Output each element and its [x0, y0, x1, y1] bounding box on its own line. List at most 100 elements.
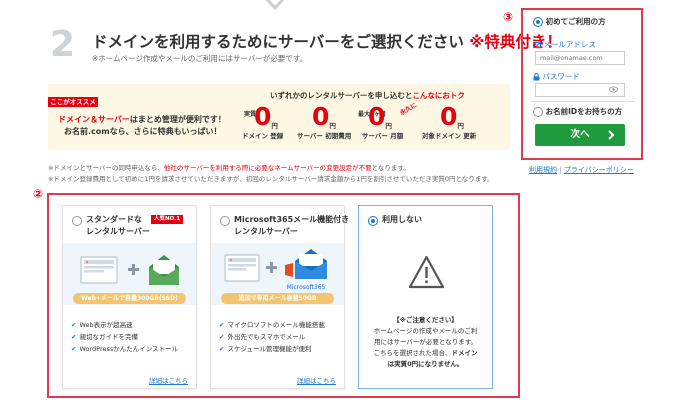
plan-radio[interactable] [220, 216, 230, 226]
terms-link[interactable]: 利用規約 [529, 166, 557, 174]
banner-headline-rest: はまとめ管理が便利です！ [129, 115, 226, 124]
caution-body: ホームページの作成やメールのご利 用にはサーバーが必要となります。 こちらを選択… [359, 326, 492, 370]
feature-item: ✔ 親切なガイドを完備 [71, 331, 178, 343]
chevron-right-icon [608, 130, 615, 140]
check-icon: ✔ [219, 333, 225, 341]
feature-text: 親切なガイドを完備 [79, 333, 138, 341]
price-value: 0 [368, 102, 386, 131]
eye-icon[interactable] [609, 86, 618, 93]
check-icon: ✔ [219, 345, 225, 353]
plus-icon [266, 262, 277, 273]
popular-badge: 人気NO.1 [151, 215, 184, 224]
notes: ※ドメインとサーバーの同時申込なら、他社のサーバーを利用する際に必要なネームサー… [48, 163, 494, 185]
banner-offer-title-prefix: いずれかのレンタルサーバーを申し込むと [270, 91, 413, 100]
plan-features: ✔ マイクロソフトのメール機能搭載 ✔ 外出先でもスマホでメール ✔ スケジュール管理… [219, 319, 325, 355]
warning-icon [408, 255, 445, 289]
chevron-down-icon [265, 0, 285, 11]
caution-title: 【※ご注意ください】 [393, 316, 458, 324]
check-icon: ✔ [71, 345, 77, 353]
price-label: サーバー 月額 [362, 132, 404, 140]
caution-bold: は実質0円になりません。 [387, 360, 464, 368]
check-icon: ✔ [71, 321, 77, 329]
mail-icon [533, 42, 541, 48]
capacity-pill: 追加で専用メール容量50GB [221, 293, 334, 304]
note-line: ※ドメインとサーバーの同時申込なら、他社のサーバーを利用する際に必要なネームサー… [48, 163, 494, 174]
feature-item: ✔ WordPressかんたんインストール [71, 343, 178, 355]
envelope-icon [149, 255, 179, 285]
password-label: パスワード [533, 71, 580, 82]
plan-title: 利用しない [382, 214, 422, 226]
banner-offer-title-red: こんなにおトク [412, 91, 465, 100]
banner-subline: お名前.comなら、さらに特典もいっぱい！ [64, 127, 222, 136]
m365-envelope-icon [285, 249, 327, 279]
monitor-icon [224, 254, 260, 282]
step-number: 2 [50, 24, 75, 65]
price-unit: 円 [457, 122, 464, 130]
plan-title-line: 利用しない [382, 215, 422, 224]
feature-item: ✔ マイクロソフトのメール機能搭載 [219, 319, 325, 331]
caution-line: こちらを選択された場合、ドメイン [359, 348, 492, 359]
price-unit: 円 [329, 122, 336, 130]
caution-bold: ドメイン [451, 349, 478, 357]
login-divider [531, 101, 635, 102]
marker-two: ② [33, 187, 44, 201]
check-icon: ✔ [71, 333, 77, 341]
price-prefix: 実質 [244, 111, 257, 118]
check-icon: ✔ [219, 321, 225, 329]
feature-item: ✔ スケジュール管理機能が便利 [219, 343, 325, 355]
banner-offer-title: いずれかのレンタルサーバーを申し込むとこんなにおトク [270, 90, 465, 101]
lock-icon [533, 73, 540, 81]
plus-icon [128, 264, 139, 275]
plan-title-line: Microsoft365メール機能付き [234, 215, 350, 224]
link-separator: | [559, 166, 562, 174]
existing-id-radio[interactable] [533, 107, 543, 117]
feature-text: Web表示が超高速 [79, 321, 133, 329]
note-line: ※ドメイン登録費用として初めに1円を請求させていただきますが、初回のレンタルサー… [48, 175, 494, 183]
price-unit: 円 [271, 122, 278, 130]
detail-link[interactable]: 詳細はこちら [149, 375, 188, 385]
privacy-link[interactable]: プライバシーポリシー [564, 166, 634, 174]
feature-text: マイクロソフトのメール機能搭載 [227, 321, 325, 329]
banner-headline-red: ドメイン＆サーバー [58, 115, 130, 124]
plan-title-line: レンタルサーバー [86, 227, 150, 236]
plan-title: スタンダードな レンタルサーバー [86, 214, 150, 238]
first-time-option[interactable]: 初めてご利用の方 [533, 16, 606, 27]
price-label: 対象ドメイン 更新 [422, 132, 477, 140]
caution-line: 用にはサーバーが必要となります。 [373, 338, 478, 346]
plan-title-line: レンタルサーバー [234, 227, 298, 236]
price-prefix: 最大2ヶ月 [358, 111, 387, 118]
m365-brand-text: Microsoft365 [287, 284, 326, 291]
monitor-icon [80, 256, 118, 284]
feature-text: スケジュール管理機能が便利 [227, 345, 312, 353]
note-text-red: 他社のサーバーを利用する際に必要なネームサーバーの変更設定が不要 [163, 164, 372, 172]
feature-text: WordPressかんたんインストール [79, 345, 179, 353]
existing-id-option[interactable]: お名前IDをお持ちの方 [533, 106, 622, 117]
detail-link[interactable]: 詳細はこちら [297, 375, 336, 385]
email-label-text: メールアドレス [543, 40, 596, 49]
feature-item: ✔ 外出先でもスマホでメール [219, 331, 325, 343]
banner-headline: ドメイン＆サーバーはまとめ管理が便利です！ [58, 114, 226, 125]
plan-card-none[interactable]: 利用しない 【※ご注意ください】 ホームページの作成やメールのご利 用にはサーバ… [358, 205, 493, 389]
email-field[interactable] [535, 51, 625, 65]
plan-features: ✔ Web表示が超高速 ✔ 親切なガイドを完備 ✔ WordPressかんたんインスト… [71, 319, 178, 355]
first-time-label: 初めてご利用の方 [545, 17, 606, 26]
page-title: ドメインを利用するためにサーバーをご選択ください ※特典付き！ [92, 30, 562, 52]
caution-text: こちらを選択された場合、 [373, 349, 452, 357]
price-label: サーバー 初期費用 [297, 132, 352, 140]
password-label-text: パスワード [542, 72, 580, 81]
first-time-radio[interactable] [533, 17, 543, 27]
feature-item: ✔ Web表示が超高速 [71, 319, 178, 331]
plan-radio-selected[interactable] [368, 216, 378, 226]
price-value: 0 [440, 102, 458, 131]
plan-card-microsoft365[interactable]: Microsoft365メール機能付き レンタルサーバー Microsoft36… [210, 205, 349, 389]
page-subtitle: ※ホームページ作成やメールのご利用にはサーバーが必要です。 [92, 54, 308, 63]
page-title-text: ドメインを利用するためにサーバーをご選択ください [92, 33, 464, 51]
plan-radio[interactable] [72, 216, 82, 226]
email-label: メールアドレス [533, 39, 596, 50]
price-value: 0 [254, 102, 272, 131]
footer-links: 利用規約 | プライバシーポリシー [529, 165, 634, 175]
plan-title-line: スタンダードな [86, 215, 142, 224]
caution-line: ホームページの作成やメールのご利 [373, 327, 478, 335]
plan-card-standard[interactable]: スタンダードな レンタルサーバー 人気NO.1 Web+メールで容量300GB(… [62, 205, 197, 389]
server-mail-illustration [80, 255, 179, 285]
